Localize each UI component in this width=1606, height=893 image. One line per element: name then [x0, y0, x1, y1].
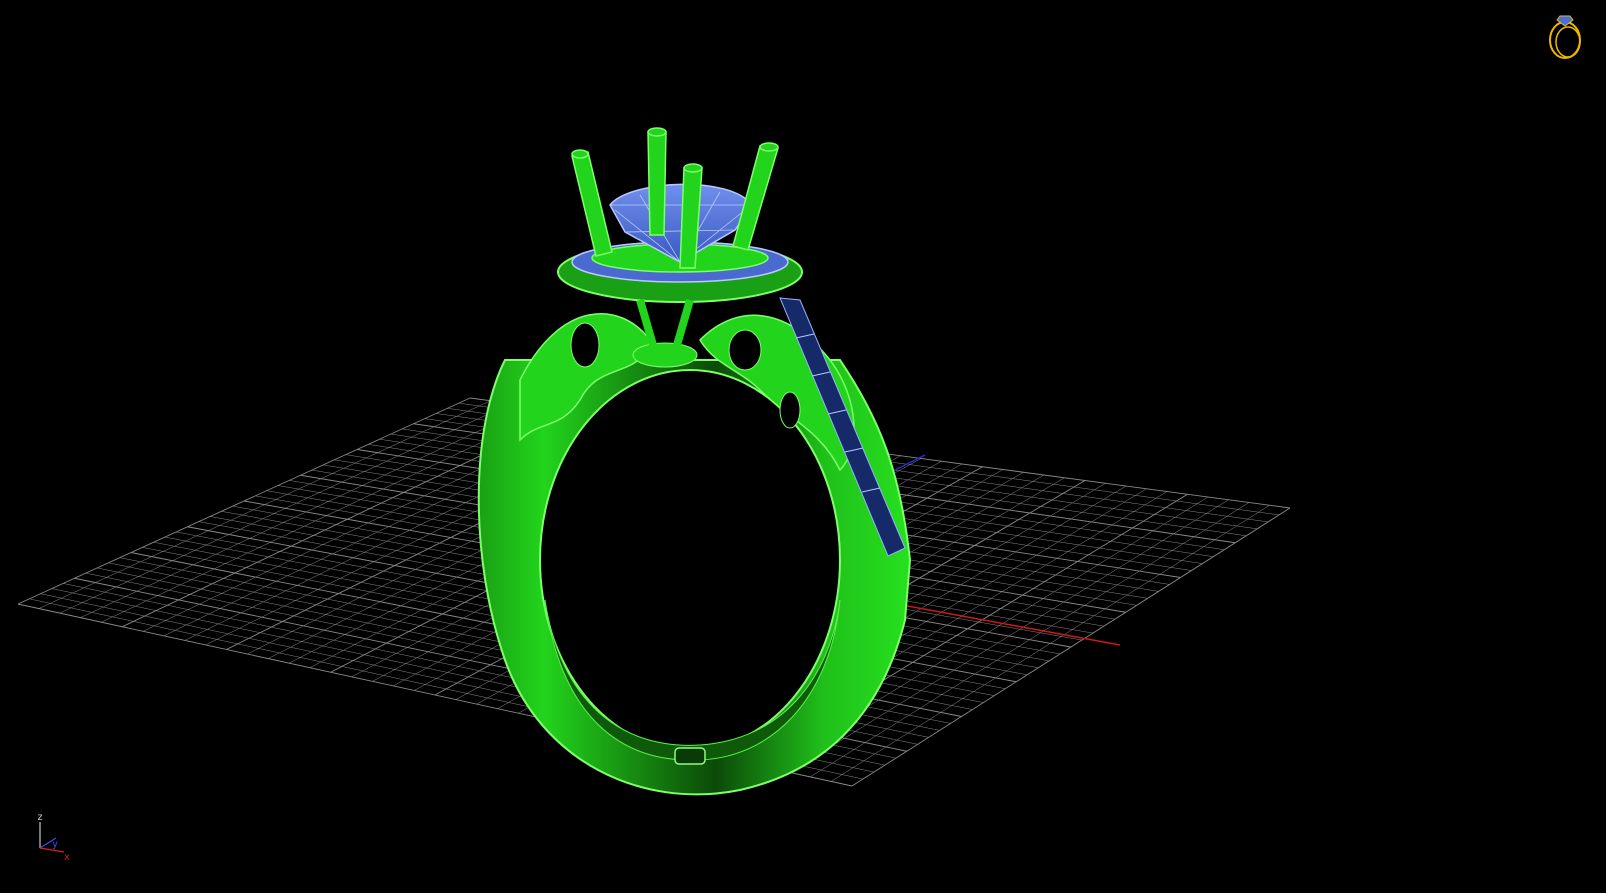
filigree-cutout [779, 391, 801, 429]
x-axis-label: x [64, 852, 70, 863]
scene-canvas[interactable]: z y x [0, 0, 1606, 889]
3d-viewport[interactable]: z y x [0, 0, 1606, 889]
z-axis-label: z [37, 812, 43, 823]
filigree-cutout [728, 329, 762, 371]
axis-triad: z y x [37, 812, 70, 863]
hallmark-stamp [674, 747, 706, 765]
ring-inner-opening [539, 369, 841, 751]
filigree-cutout [570, 322, 600, 368]
ring-icon[interactable] [1549, 15, 1581, 59]
ring-model[interactable] [477, 127, 912, 796]
head-gallery [632, 342, 698, 368]
y-axis-label: y [52, 839, 58, 850]
